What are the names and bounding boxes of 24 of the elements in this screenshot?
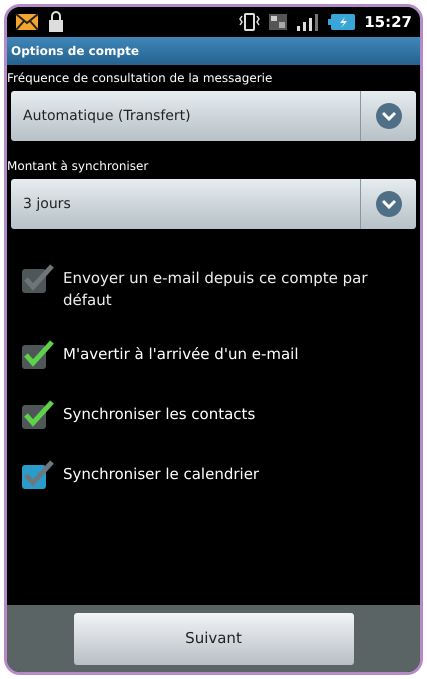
chevron-down-icon xyxy=(376,103,402,129)
option-label: M'avertir à l'arrivée d'un e-mail xyxy=(63,344,299,365)
next-button[interactable]: Suivant xyxy=(74,612,354,664)
dropdown-value: Automatique (Transfert) xyxy=(22,106,192,126)
status-time: 15:27 xyxy=(364,12,412,33)
checkbox[interactable] xyxy=(21,399,55,431)
checkbox[interactable] xyxy=(21,459,55,491)
option-label: Synchroniser les contacts xyxy=(63,404,256,425)
title-bar: Options de compte xyxy=(7,37,420,65)
field-label: Montant à synchroniser xyxy=(7,158,150,175)
chevron-down-icon xyxy=(376,191,402,217)
battery-icon xyxy=(328,13,356,31)
envelope-icon xyxy=(15,13,39,31)
network-icon xyxy=(268,13,288,31)
field-label: Fréquence de consultation de la messagerie xyxy=(7,70,274,87)
dropdown[interactable]: Automatique (Transfert) xyxy=(11,91,416,141)
signal-icon xyxy=(296,13,320,31)
lock-icon xyxy=(47,11,65,33)
checkbox[interactable] xyxy=(21,339,55,371)
option-label: Synchroniser le calendrier xyxy=(63,464,260,485)
dropdown[interactable]: 3 jours xyxy=(11,179,416,229)
dropdown-value: 3 jours xyxy=(22,194,72,214)
option-label: Envoyer un e-mail depuis ce compte par défaut xyxy=(63,268,368,311)
vibrate-icon xyxy=(238,12,260,32)
